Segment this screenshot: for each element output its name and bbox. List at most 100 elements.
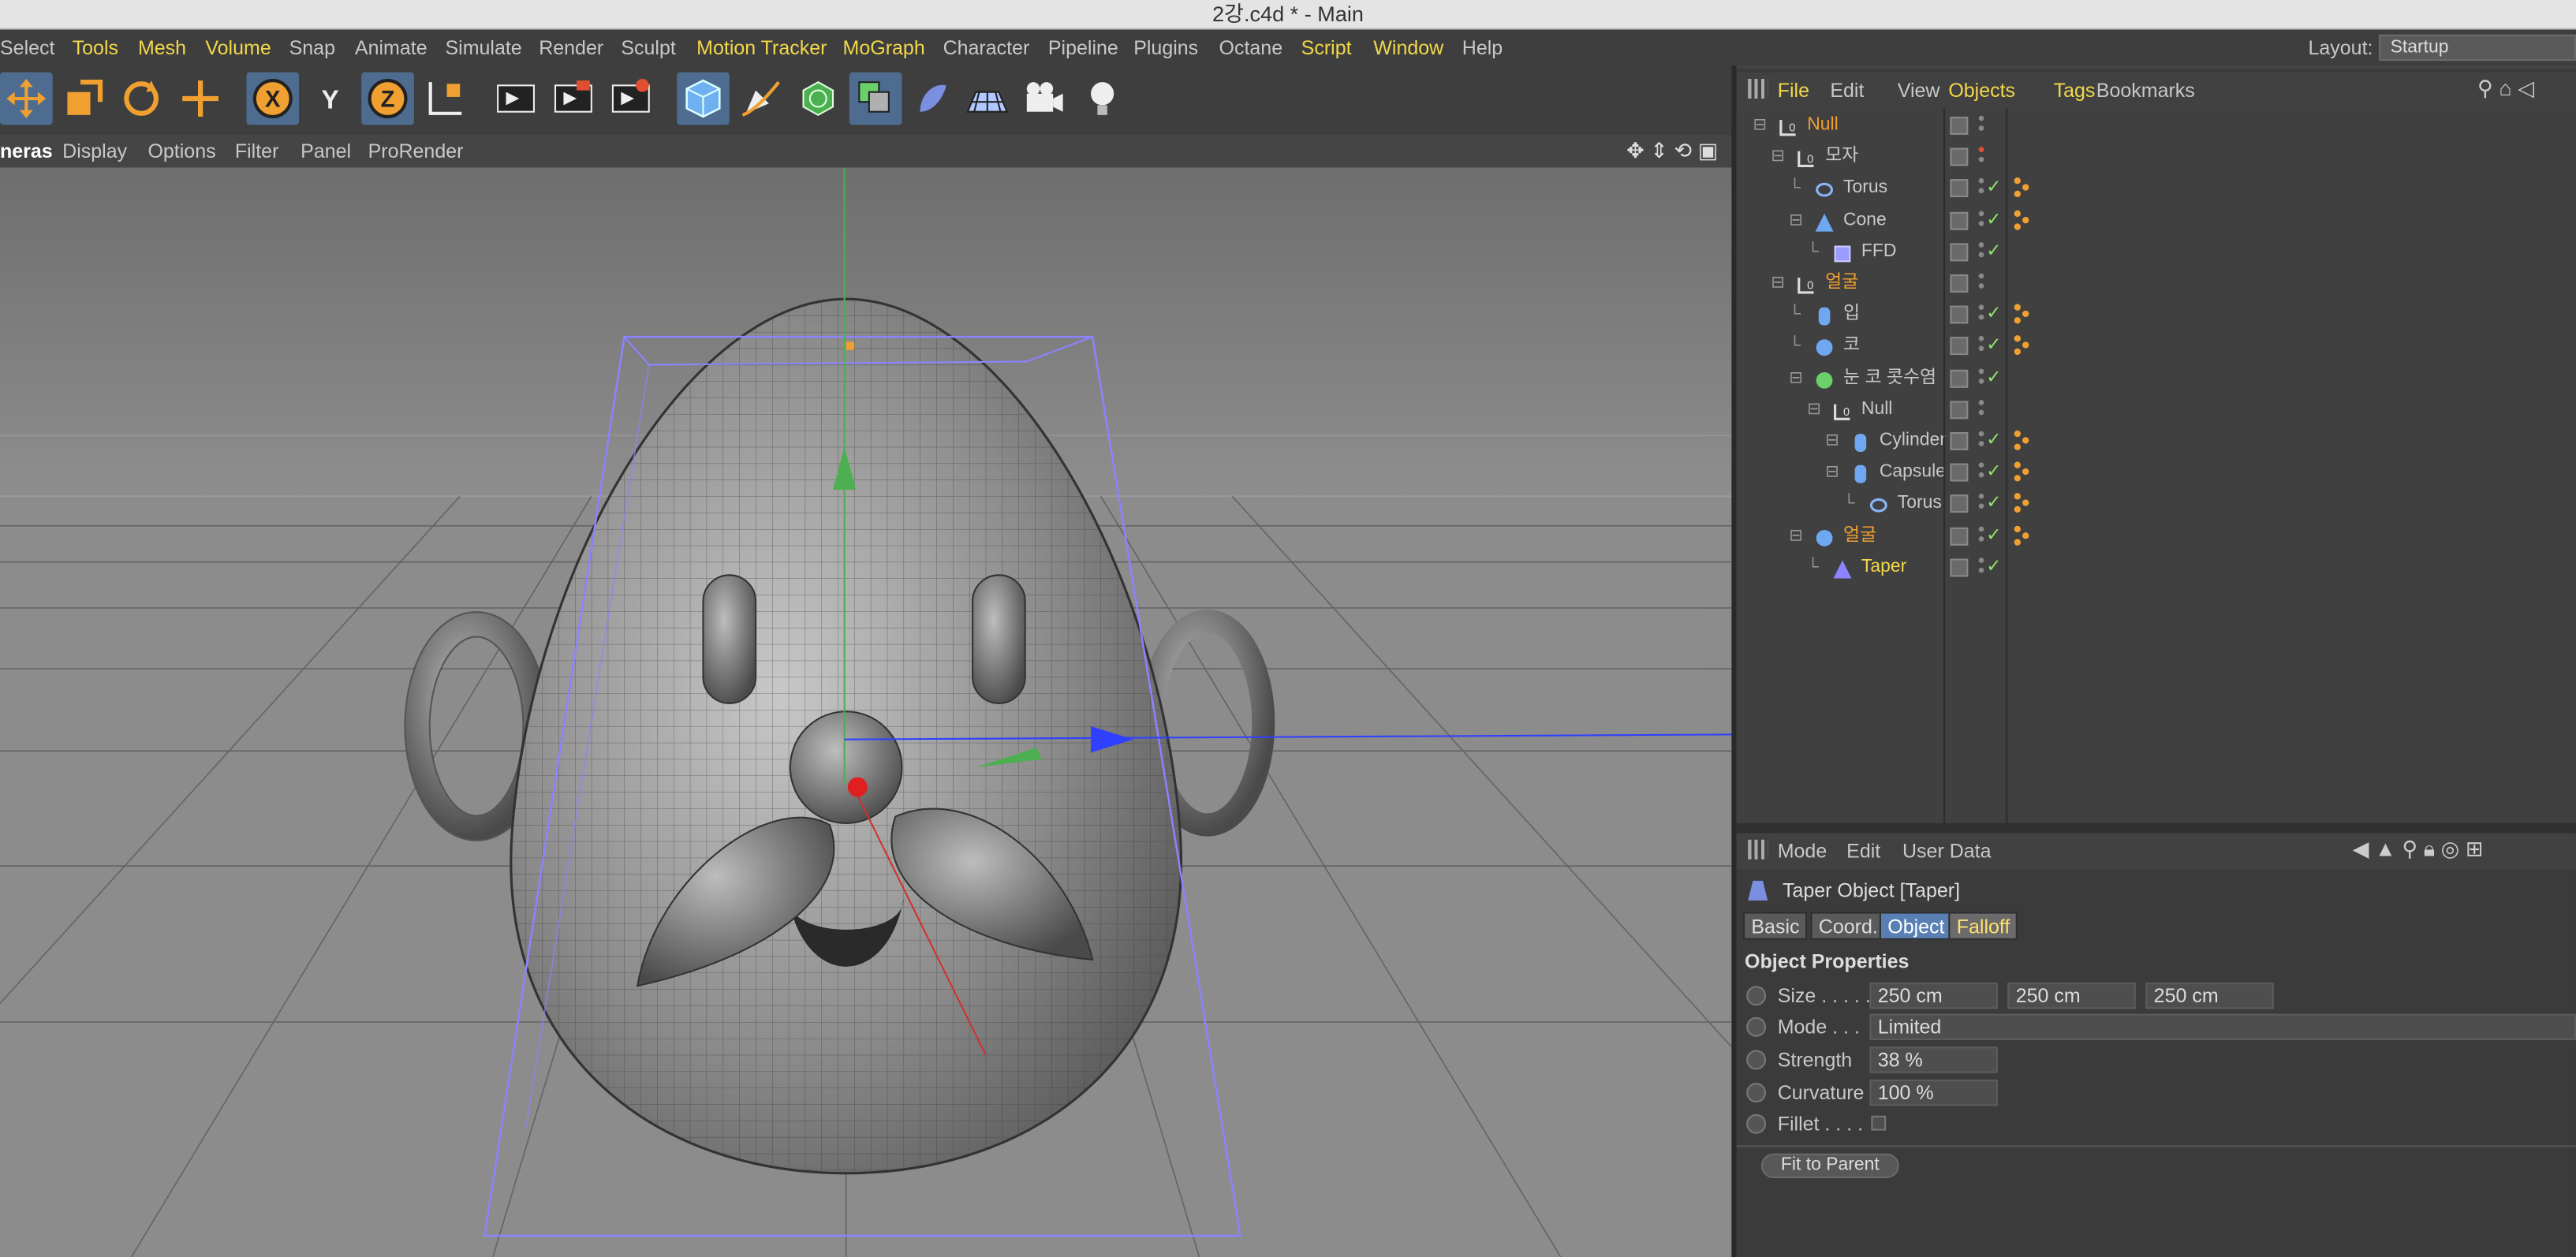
tree-toggle-icon[interactable]: ⊟	[1789, 363, 1802, 394]
tree-toggle-icon[interactable]: ⊟	[1825, 426, 1839, 457]
visibility-dots[interactable]	[1978, 555, 1984, 575]
object-row[interactable]: ⊟ 0 Null	[1737, 110, 2576, 142]
tree-toggle-icon[interactable]: ⊟	[1789, 520, 1802, 552]
object-menu-tags[interactable]: Tags	[2054, 73, 2096, 109]
layer-toggle[interactable]	[1950, 274, 1969, 293]
attributes-menu-edit[interactable]: Edit	[1846, 833, 1880, 869]
coordinate-system-icon[interactable]	[419, 73, 472, 125]
size-y-field[interactable]: 250 cm	[2007, 983, 2136, 1009]
object-row[interactable]: ⊟ 얼굴 ✓	[1737, 520, 2576, 552]
attributes-menu-user-data[interactable]: User Data	[1902, 833, 1992, 869]
tag-icon[interactable]	[2010, 492, 2033, 515]
layer-toggle[interactable]	[1950, 305, 1969, 324]
size-z-field[interactable]: 250 cm	[2145, 983, 2274, 1009]
object-row[interactable]: └ Taper ✓	[1737, 552, 2576, 584]
render-settings-icon[interactable]	[605, 73, 658, 125]
visibility-dots[interactable]	[1978, 429, 1984, 449]
tag-icon[interactable]	[2010, 461, 2033, 483]
fillet-checkbox[interactable]	[1871, 1115, 1887, 1131]
enabled-check-icon[interactable]: ✓	[1986, 205, 2001, 237]
object-row[interactable]: ⊟ Cylinder ✓	[1737, 426, 2576, 457]
visibility-dots[interactable]	[1978, 208, 1984, 228]
visibility-dots[interactable]	[1978, 397, 1984, 417]
tab-basic[interactable]: Basic	[1742, 912, 1808, 940]
object-row[interactable]: ⊟ Capsule ✓	[1737, 457, 2576, 489]
menu-item-motion-tracker[interactable]: Motion Tracker	[696, 30, 827, 66]
enabled-check-icon[interactable]: ✓	[1986, 457, 2001, 489]
curvature-field[interactable]: 100 %	[1869, 1079, 1998, 1106]
menu-item-mograph[interactable]: MoGraph	[843, 30, 925, 66]
strength-radio[interactable]	[1746, 1050, 1767, 1070]
tree-toggle-icon[interactable]: └	[1807, 237, 1819, 268]
object-menu-bookmarks[interactable]: Bookmarks	[2096, 73, 2195, 109]
subdivision-icon[interactable]	[792, 73, 845, 125]
strength-field[interactable]: 38 %	[1869, 1046, 1998, 1073]
attributes-menu-mode[interactable]: Mode	[1778, 833, 1827, 869]
layer-toggle[interactable]	[1950, 558, 1969, 576]
light-icon[interactable]	[1076, 73, 1129, 125]
3d-viewport[interactable]	[0, 167, 1732, 1257]
size-radio[interactable]	[1746, 986, 1767, 1006]
tree-toggle-icon[interactable]: ⊟	[1807, 394, 1820, 426]
layer-toggle[interactable]	[1950, 211, 1969, 229]
layer-toggle[interactable]	[1950, 527, 1969, 545]
floor-icon[interactable]	[961, 73, 1014, 125]
object-row[interactable]: ⊟ 눈 코 콧수염 ✓	[1737, 363, 2576, 394]
menu-item-pipeline[interactable]: Pipeline	[1048, 30, 1118, 66]
layer-toggle[interactable]	[1950, 116, 1969, 135]
layer-toggle[interactable]	[1950, 463, 1969, 482]
visibility-dots[interactable]	[1978, 145, 1984, 165]
object-menu-objects[interactable]: Objects	[1948, 73, 2015, 109]
search-icon[interactable]: ⚲ ⌂ ◁	[2477, 76, 2534, 102]
menu-item-window[interactable]: Window	[1373, 30, 1443, 66]
nav-arrows-icon[interactable]: ◀ ▲ ⚲ 🔒︎ ◎ ⊞	[2353, 837, 2484, 863]
cube-icon[interactable]	[677, 72, 730, 125]
enabled-check-icon[interactable]: ✓	[1986, 489, 2001, 520]
tab-falloff[interactable]: Falloff	[1948, 912, 2018, 940]
object-row[interactable]: └ 코 ✓	[1737, 331, 2576, 363]
viewport-nav-icon[interactable]: ✥ ⇕ ⟲ ▣	[1626, 138, 1718, 164]
layout-select[interactable]: Startup	[2379, 34, 2576, 62]
tree-toggle-icon[interactable]: ⊟	[1789, 205, 1802, 237]
menu-item-plugins[interactable]: Plugins	[1133, 30, 1198, 66]
size-x-field[interactable]: 250 cm	[1869, 983, 1998, 1009]
tree-toggle-icon[interactable]: ⊟	[1771, 142, 1784, 173]
z-axis-icon[interactable]: Z	[361, 72, 414, 125]
layer-toggle[interactable]	[1950, 400, 1969, 419]
layer-toggle[interactable]	[1950, 368, 1969, 387]
menu-item-character[interactable]: Character	[943, 30, 1030, 66]
menu-item-help[interactable]: Help	[1462, 30, 1503, 66]
x-axis-icon[interactable]: X	[246, 72, 300, 125]
tree-toggle-icon[interactable]: └	[1843, 489, 1855, 520]
object-row[interactable]: └ Torus ✓	[1737, 489, 2576, 520]
menu-item-octane[interactable]: Octane	[1219, 30, 1283, 66]
visibility-dots[interactable]	[1978, 461, 1984, 480]
enabled-check-icon[interactable]: ✓	[1986, 552, 2001, 584]
menu-item-sculpt[interactable]: Sculpt	[621, 30, 675, 66]
enabled-check-icon[interactable]: ✓	[1986, 173, 2001, 205]
layer-toggle[interactable]	[1950, 495, 1969, 513]
pen-spline-icon[interactable]	[734, 73, 787, 125]
object-row[interactable]: ⊟ 0 Null	[1737, 394, 2576, 426]
tag-icon[interactable]	[2010, 334, 2033, 357]
fillet-radio[interactable]	[1746, 1113, 1767, 1134]
tree-toggle-icon[interactable]: ⊟	[1771, 268, 1784, 300]
visibility-dots[interactable]	[1978, 271, 1984, 291]
tag-icon[interactable]	[2010, 177, 2033, 200]
tree-toggle-icon[interactable]: └	[1789, 173, 1801, 205]
visibility-dots[interactable]	[1978, 492, 1984, 512]
visibility-dots[interactable]	[1978, 240, 1984, 259]
camera-icon[interactable]	[1018, 73, 1071, 125]
enabled-check-icon[interactable]: ✓	[1986, 331, 2001, 363]
tree-toggle-icon[interactable]: └	[1789, 300, 1801, 331]
enabled-check-icon[interactable]: ✓	[1986, 300, 2001, 331]
visibility-dots[interactable]	[1978, 177, 1984, 196]
tree-toggle-icon[interactable]: └	[1807, 552, 1819, 584]
layer-toggle[interactable]	[1950, 432, 1969, 450]
viewport-menu-1[interactable]: Display	[62, 135, 127, 168]
object-menu-file[interactable]: File	[1778, 73, 1809, 109]
live-select-icon[interactable]	[174, 73, 227, 125]
tree-toggle-icon[interactable]: └	[1789, 331, 1801, 363]
menu-item-simulate[interactable]: Simulate	[445, 30, 521, 66]
menu-item-animate[interactable]: Animate	[355, 30, 427, 66]
